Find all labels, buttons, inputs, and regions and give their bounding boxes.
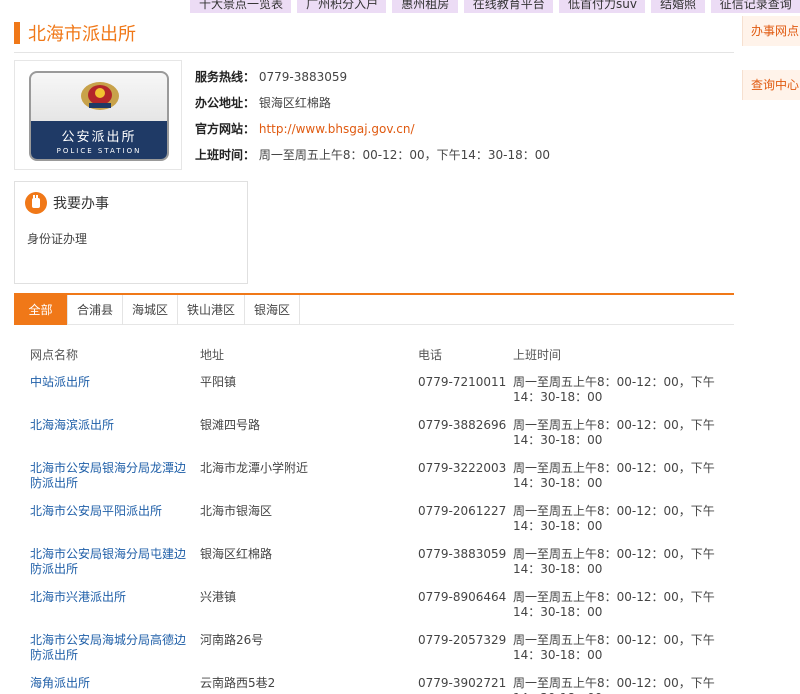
table-row: 北海市公安局银海分局屯建边防派出所 银海区红棉路 0779-3883059 周一…	[30, 547, 720, 587]
station-name-link[interactable]: 北海市公安局海城分局高德边防派出所	[30, 633, 190, 663]
header-hours: 上班时间	[513, 348, 562, 362]
top-nav-link[interactable]: 征信记录查询	[710, 0, 800, 13]
info-website: 官方网站： http://www.bhsgaj.gov.cn/	[195, 120, 415, 137]
address-value: 银海区红棉路	[258, 96, 331, 110]
page-title-bar: 北海市派出所	[14, 20, 136, 46]
station-hours: 周一至周五上午8：00-12：00，下午14：30-18：00	[513, 547, 715, 576]
plaque-text-cn: 公安派出所	[61, 130, 137, 145]
station-address: 银海区红棉路	[200, 547, 273, 561]
table-row: 北海市兴港派出所 兴港镇 0779-8906464 周一至周五上午8：00-12…	[30, 590, 720, 630]
station-hours: 周一至周五上午8：00-12：00，下午14：30-18：00	[513, 461, 715, 490]
station-address: 河南路26号	[200, 633, 264, 647]
station-hours: 周一至周五上午8：00-12：00，下午14：30-18：00	[513, 418, 715, 447]
tab-haicheng[interactable]: 海城区	[123, 295, 179, 325]
top-nav-link[interactable]: 广州积分入户	[297, 0, 387, 13]
header-phone: 电话	[418, 348, 443, 362]
title-divider	[14, 52, 734, 53]
tab-yinhai[interactable]: 银海区	[245, 295, 301, 325]
top-nav-link[interactable]: 结婚照	[651, 0, 705, 13]
station-phone: 0779-7210011	[418, 375, 507, 389]
station-name-link[interactable]: 海角派出所	[30, 676, 190, 691]
station-address: 平阳镇	[200, 375, 237, 389]
hours-label: 上班时间：	[195, 148, 256, 162]
station-name-link[interactable]: 北海海滨派出所	[30, 418, 190, 433]
station-address: 兴港镇	[200, 590, 237, 604]
police-emblem-icon	[81, 82, 119, 110]
table-row: 海角派出所 云南路西5巷2 0779-3902721 周一至周五上午8：00-1…	[30, 676, 720, 694]
table-row: 北海市公安局平阳派出所 北海市银海区 0779-2061227 周一至周五上午8…	[30, 504, 720, 544]
table-row: 北海市公安局海城分局高德边防派出所 河南路26号 0779-2057329 周一…	[30, 633, 720, 673]
hotline-label: 服务热线：	[195, 70, 256, 84]
hand-glyph-icon	[32, 195, 40, 208]
hours-value: 周一至周五上午8：00-12：00，下午14：30-18：00	[258, 148, 551, 162]
header-name: 网点名称	[30, 348, 79, 362]
station-name-link[interactable]: 北海市公安局银海分局屯建边防派出所	[30, 547, 190, 577]
side-button-service-points[interactable]: 办事网点	[742, 16, 800, 46]
hotline-value: 0779-3883059	[258, 70, 348, 84]
station-phone: 0779-2057329	[418, 633, 507, 647]
station-logo-box: 公安派出所 POLICE STATION	[14, 60, 182, 170]
police-station-plaque: 公安派出所 POLICE STATION	[29, 71, 169, 161]
station-address: 北海市龙潭小学附近	[200, 461, 309, 475]
info-hotline: 服务热线： 0779-3883059	[195, 68, 347, 85]
plaque-text-en: POLICE STATION	[56, 147, 142, 155]
tab-all[interactable]: 全部	[14, 295, 68, 325]
table-row: 北海海滨派出所 银滩四号路 0779-3882696 周一至周五上午8：00-1…	[30, 418, 720, 458]
station-phone: 0779-3883059	[418, 547, 507, 561]
side-button-query-center[interactable]: 查询中心	[742, 70, 800, 100]
top-nav-link[interactable]: 低首付力suv	[558, 0, 646, 13]
tab-tieshangang[interactable]: 铁山港区	[178, 295, 246, 325]
header-address: 地址	[200, 348, 225, 362]
district-tabs: 全部 合浦县 海城区 铁山港区 银海区	[14, 293, 734, 325]
top-nav-link[interactable]: 惠州租房	[392, 0, 458, 13]
tab-hepu[interactable]: 合浦县	[68, 295, 124, 325]
table-header: 网点名称 地址 电话 上班时间	[30, 346, 710, 364]
hand-icon	[25, 192, 47, 214]
station-hours: 周一至周五上午8：00-12：00，下午14：30-18：00	[513, 676, 715, 694]
station-address: 银滩四号路	[200, 418, 261, 432]
table-row: 北海市公安局银海分局龙潭边防派出所 北海市龙潭小学附近 0779-3222003…	[30, 461, 720, 501]
table-row: 中站派出所 平阳镇 0779-7210011 周一至周五上午8：00-12：00…	[30, 375, 720, 415]
address-label: 办公地址：	[195, 96, 256, 110]
station-name-link[interactable]: 北海市兴港派出所	[30, 590, 190, 605]
station-hours: 周一至周五上午8：00-12：00，下午14：30-18：00	[513, 590, 715, 619]
station-address: 北海市银海区	[200, 504, 273, 518]
info-address: 办公地址： 银海区红棉路	[195, 94, 331, 111]
title-accent-mark	[14, 22, 20, 44]
website-label: 官方网站：	[195, 122, 256, 136]
station-hours: 周一至周五上午8：00-12：00，下午14：30-18：00	[513, 375, 715, 404]
handle-affairs-box: 我要办事 身份证办理	[14, 181, 248, 284]
handle-item-id-card[interactable]: 身份证办理	[27, 230, 87, 247]
station-name-link[interactable]: 北海市公安局平阳派出所	[30, 504, 190, 519]
station-phone: 0779-3902721	[418, 676, 507, 690]
plaque-band: 公安派出所 POLICE STATION	[31, 121, 167, 159]
station-address: 云南路西5巷2	[200, 676, 276, 690]
top-nav-strip: 十大景点一览表 广州积分入户 惠州租房 在线教育平台 低首付力suv 结婚照 征…	[190, 0, 800, 13]
website-link[interactable]: http://www.bhsgaj.gov.cn/	[259, 122, 415, 136]
station-phone: 0779-3882696	[418, 418, 507, 432]
station-phone: 0779-8906464	[418, 590, 507, 604]
top-nav-link[interactable]: 十大景点一览表	[190, 0, 292, 13]
station-name-link[interactable]: 北海市公安局银海分局龙潭边防派出所	[30, 461, 190, 491]
handle-box-title: 我要办事	[53, 196, 109, 212]
page-title: 北海市派出所	[28, 24, 136, 45]
station-name-link[interactable]: 中站派出所	[30, 375, 190, 390]
station-hours: 周一至周五上午8：00-12：00，下午14：30-18：00	[513, 504, 715, 533]
info-hours: 上班时间： 周一至周五上午8：00-12：00，下午14：30-18：00	[195, 146, 550, 163]
top-nav-link[interactable]: 在线教育平台	[463, 0, 553, 13]
station-hours: 周一至周五上午8：00-12：00，下午14：30-18：00	[513, 633, 715, 662]
station-phone: 0779-3222003	[418, 461, 507, 475]
station-phone: 0779-2061227	[418, 504, 507, 518]
